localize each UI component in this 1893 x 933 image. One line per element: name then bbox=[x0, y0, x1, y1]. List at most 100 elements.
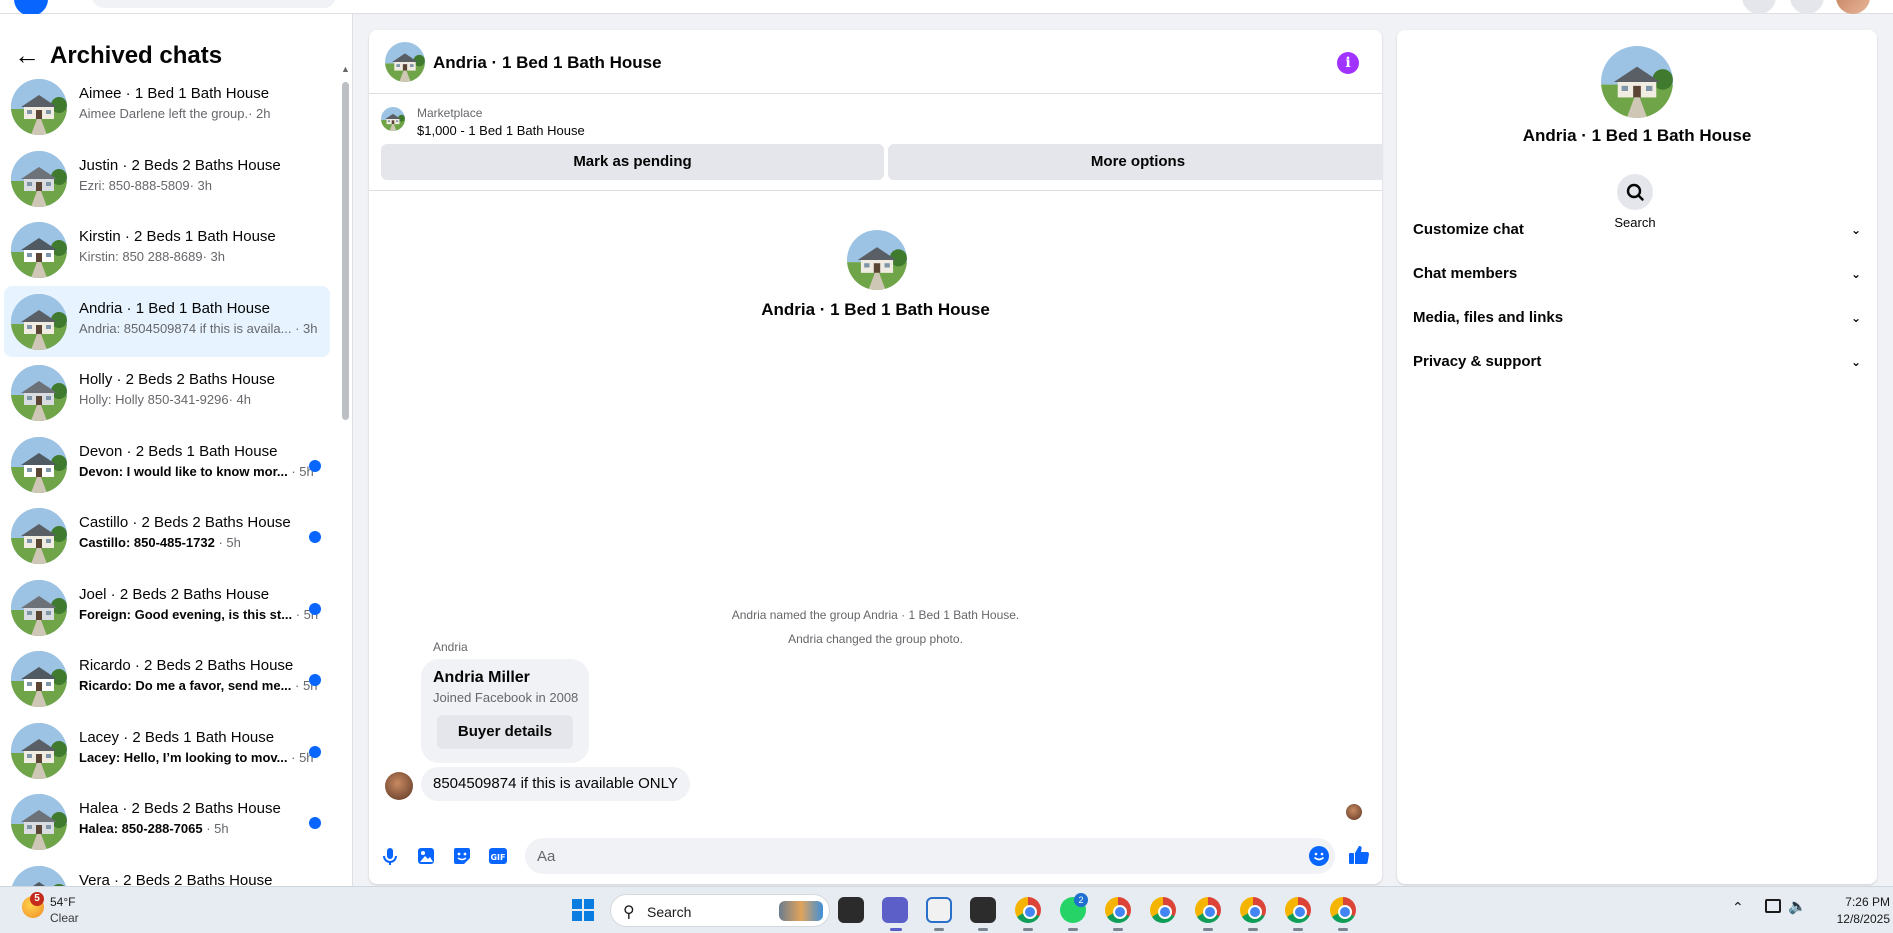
chrome-profile-5-icon[interactable] bbox=[1240, 897, 1266, 923]
photo-icon[interactable] bbox=[415, 845, 437, 867]
sender-name: Andria bbox=[433, 640, 468, 654]
unread-dot-icon bbox=[309, 674, 321, 686]
chat-name: Holly · 2 Beds 2 Baths House bbox=[79, 371, 275, 388]
chat-list-item[interactable]: Andria · 1 Bed 1 Bath House Andria: 85045… bbox=[4, 285, 330, 357]
message-input[interactable] bbox=[525, 838, 1335, 874]
unread-dot-icon bbox=[309, 459, 321, 472]
customize-chat-section[interactable]: Customize chat ⌄ bbox=[1413, 210, 1869, 250]
chat-list-item[interactable]: Holly · 2 Beds 2 Baths House Holly: Holly… bbox=[4, 357, 330, 429]
app-indicator bbox=[978, 928, 988, 931]
buyer-joined: Joined Facebook in 2008 bbox=[433, 690, 579, 705]
info-icon[interactable]: i bbox=[1337, 52, 1359, 74]
app-indicator bbox=[934, 928, 944, 931]
chat-list-item[interactable]: Lacey · 2 Beds 1 Bath House Lacey: Hello,… bbox=[4, 715, 330, 787]
message-bubble[interactable]: 8504509874 if this is available ONLY bbox=[421, 767, 690, 801]
chat-list-item[interactable]: Devon · 2 Beds 1 Bath House Devon: I woul… bbox=[4, 429, 330, 501]
house-photo-icon bbox=[11, 865, 67, 886]
search-icon bbox=[1626, 183, 1644, 201]
thumbs-up-icon[interactable] bbox=[1347, 843, 1371, 873]
chat-avatar bbox=[11, 508, 67, 564]
buyer-name: Andria Miller bbox=[433, 669, 530, 686]
buyer-details-button[interactable]: Buyer details bbox=[437, 715, 573, 749]
chat-list-item[interactable]: Justin · 2 Beds 2 Baths House Ezri: 850-8… bbox=[4, 143, 330, 215]
listing-thumbnail[interactable] bbox=[381, 107, 405, 131]
chat-avatar bbox=[11, 794, 67, 850]
account-avatar[interactable] bbox=[1836, 0, 1870, 14]
house-photo-icon bbox=[11, 436, 67, 493]
chrome-profile-3-icon[interactable] bbox=[1150, 897, 1176, 923]
more-options-button[interactable]: More options bbox=[888, 144, 1382, 180]
sender-avatar[interactable] bbox=[385, 772, 413, 800]
details-group-photo[interactable] bbox=[1601, 46, 1673, 118]
sticker-icon[interactable] bbox=[451, 845, 473, 867]
search-button[interactable] bbox=[1617, 174, 1653, 210]
snipping-tool-icon[interactable] bbox=[926, 897, 952, 923]
taskbar-search[interactable]: ⚲ Search bbox=[610, 894, 830, 927]
chrome-profile-1-icon[interactable] bbox=[1015, 897, 1041, 923]
listing-title[interactable]: $1,000 - 1 Bed 1 Bath House bbox=[417, 123, 585, 138]
chat-list-item[interactable]: Vera · 2 Beds 2 Baths House bbox=[4, 858, 330, 886]
task-view-icon[interactable] bbox=[838, 897, 864, 923]
weather-badge: 5 bbox=[30, 892, 44, 906]
privacy-support-section[interactable]: Privacy & support ⌄ bbox=[1413, 342, 1869, 382]
scrollbar-thumb[interactable] bbox=[342, 82, 349, 420]
volume-icon[interactable]: 🔈 bbox=[1788, 897, 1807, 915]
conversation-title[interactable]: Andria · 1 Bed 1 Bath House bbox=[433, 53, 662, 73]
weather-temperature[interactable]: 54°F bbox=[50, 895, 75, 909]
sticky-notes-icon[interactable] bbox=[970, 897, 996, 923]
scroll-up-arrow-icon[interactable]: ▲ bbox=[341, 64, 350, 74]
chat-preview-text: Ezri: 850-888-5809 bbox=[79, 177, 190, 193]
chat-list-item[interactable]: Halea · 2 Beds 2 Baths House Halea: 850-2… bbox=[4, 786, 330, 858]
back-arrow-icon[interactable]: ← bbox=[14, 42, 40, 68]
unread-dot-icon bbox=[309, 745, 321, 758]
emoji-icon[interactable] bbox=[1309, 846, 1329, 866]
chat-preview-text: Ricardo: Do me a favor, send me... bbox=[79, 678, 292, 693]
seen-receipt-avatar bbox=[1346, 804, 1362, 820]
chat-list-item[interactable]: Ricardo · 2 Beds 2 Baths House Ricardo: D… bbox=[4, 643, 330, 715]
facebook-search-input[interactable] bbox=[92, 0, 336, 8]
chat-list-item[interactable]: Joel · 2 Beds 2 Baths House Foreign: Good… bbox=[4, 572, 330, 644]
chrome-profile-6-icon[interactable] bbox=[1285, 897, 1311, 923]
media-files-links-section[interactable]: Media, files and links ⌄ bbox=[1413, 298, 1869, 338]
chat-name: Lacey · 2 Beds 1 Bath House bbox=[79, 728, 275, 746]
chat-preview: Halea: 850-288-7065 · 5h bbox=[79, 821, 319, 836]
microphone-icon[interactable] bbox=[379, 845, 401, 867]
mark-as-pending-button[interactable]: Mark as pending bbox=[381, 144, 884, 180]
sidebar-scrollbar[interactable]: ▲ bbox=[341, 64, 350, 884]
chat-preview: Foreign: Good evening, is this st... · 5… bbox=[79, 607, 319, 622]
clock-date[interactable]: 12/8/2025 bbox=[1810, 912, 1890, 926]
chrome-profile-4-icon[interactable] bbox=[1195, 897, 1221, 923]
chat-timestamp: · 4h bbox=[228, 392, 251, 407]
gif-label: GIF bbox=[490, 853, 505, 862]
buyer-profile-card: Andria Miller Joined Facebook in 2008 Bu… bbox=[421, 659, 589, 763]
chat-members-section[interactable]: Chat members ⌄ bbox=[1413, 254, 1869, 294]
marketplace-label: Marketplace bbox=[417, 106, 483, 120]
chat-name: Joel · 2 Beds 2 Baths House bbox=[79, 585, 270, 603]
chat-list-item[interactable]: Kirstin · 2 Beds 1 Bath House Kirstin: 85… bbox=[4, 214, 330, 286]
clock-time[interactable]: 7:26 PM bbox=[1810, 895, 1890, 909]
chat-avatar bbox=[11, 79, 67, 135]
menu-button[interactable] bbox=[1742, 0, 1776, 14]
unread-dot-icon bbox=[309, 602, 321, 615]
chat-list-item[interactable]: Aimee · 1 Bed 1 Bath House Aimee Darlene … bbox=[4, 71, 330, 143]
network-icon[interactable] bbox=[1765, 899, 1781, 913]
chrome-profile-7-icon[interactable] bbox=[1330, 897, 1356, 923]
chevron-up-icon[interactable]: ⌃ bbox=[1732, 899, 1744, 916]
conversation-panel: Andria · 1 Bed 1 Bath House i Marketplac… bbox=[369, 30, 1382, 884]
chat-preview: Aimee Darlene left the group.· 2h bbox=[79, 106, 319, 121]
chat-name: Castillo · 2 Beds 2 Baths House bbox=[79, 514, 291, 531]
chat-list-item[interactable]: Castillo · 2 Beds 2 Baths House Castillo:… bbox=[4, 500, 330, 572]
windows-start-icon[interactable] bbox=[572, 899, 594, 921]
notifications-button[interactable] bbox=[1790, 0, 1824, 14]
marketplace-listing-bar: Marketplace $1,000 - 1 Bed 1 Bath House … bbox=[369, 95, 1382, 191]
conversation-avatar[interactable] bbox=[385, 42, 425, 82]
house-photo-icon bbox=[11, 722, 67, 779]
chat-avatar bbox=[11, 222, 67, 278]
chat-timestamp: · 5h bbox=[202, 821, 229, 836]
house-photo-icon bbox=[11, 579, 67, 636]
teams-icon[interactable] bbox=[882, 897, 908, 923]
chrome-profile-2-icon[interactable] bbox=[1105, 897, 1131, 923]
gif-icon[interactable]: GIF bbox=[487, 845, 509, 867]
chat-preview-text: Andria: 8504509874 if this is availa... bbox=[79, 320, 292, 336]
group-name: Andria · 1 Bed 1 Bath House bbox=[761, 300, 990, 319]
